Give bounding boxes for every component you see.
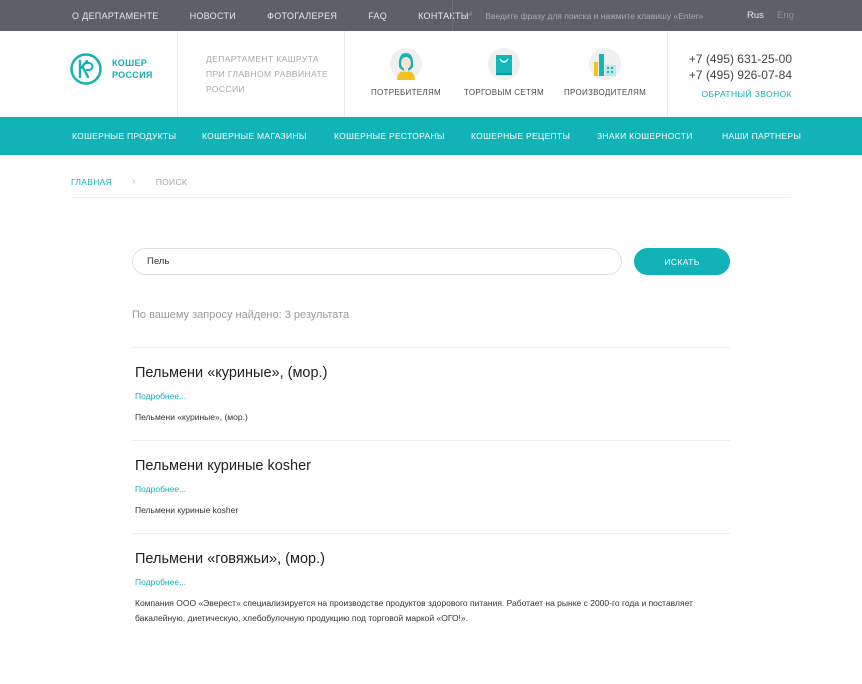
header-divider [667,31,668,117]
result-item: Пельмени куриные kosher Подробнее... Пел… [132,440,730,533]
result-more-link[interactable]: Подробнее... [135,577,727,587]
result-title[interactable]: Пельмени «куриные», (мор.) [135,364,727,382]
shopping-bag-icon [488,48,520,80]
search-results: Пельмени «куриные», (мор.) Подробнее... … [132,347,730,633]
breadcrumb-divider [71,197,791,198]
lang-ru-link[interactable]: Rus [747,0,764,31]
top-nav-about[interactable]: О ДЕПАРТАМЕНТЕ [72,11,159,21]
result-title[interactable]: Пельмени куриные kosher [135,457,727,475]
category-retail-label: ТОРГОВЫМ СЕТЯМ [464,88,544,97]
result-item: Пельмени «куриные», (мор.) Подробнее... … [132,347,730,440]
result-text: Пельмени «куриные», (мор.) [135,412,248,422]
nav-partners[interactable]: НАШИ ПАРТНЕРЫ [722,117,801,155]
enter-arrow-icon: ↵ [465,10,474,21]
category-producers[interactable]: ПРОИЗВОДИТЕЛЯМ [555,47,655,97]
dept-line-2: ПРИ ГЛАВНОМ РАВВИНАТЕ [206,69,329,79]
top-bar: О ДЕПАРТАМЕНТЕ НОВОСТИ ФОТОГАЛЕРЕЯ FAQ К… [0,0,862,31]
top-search: ↵ [452,0,730,31]
phone-2[interactable]: +7 (495) 926-07-84 [689,67,792,83]
search-input[interactable] [132,248,622,275]
factory-icon [589,48,621,80]
top-nav: О ДЕПАРТАМЕНТЕ НОВОСТИ ФОТОГАЛЕРЕЯ FAQ К… [72,0,500,31]
lang-en-link[interactable]: Eng [777,0,794,31]
category-consumers[interactable]: ПОТРЕБИТЕЛЯМ [356,47,456,97]
top-search-input[interactable] [485,10,726,21]
breadcrumb-current: ПОИСК [155,176,188,187]
category-retail[interactable]: ТОРГОВЫМ СЕТЯМ [454,47,554,97]
consumer-icon [390,48,422,80]
logo-line-2: РОССИЯ [112,70,153,80]
result-title[interactable]: Пельмени «говяжьи», (мор.) [135,550,727,568]
site-header: КОШЕР РОССИЯ ДЕПАРТАМЕНТ КАШРУТА ПРИ ГЛА… [0,31,862,117]
result-text: Пельмени куриные kosher [135,505,239,515]
contact-phones: +7 (495) 631-25-00 +7 (495) 926-07-84 ОБ… [689,51,792,99]
category-producers-label: ПРОИЗВОДИТЕЛЯМ [563,88,647,97]
top-nav-gallery[interactable]: ФОТОГАЛЕРЕЯ [267,11,337,21]
main-nav: КОШЕРНЫЕ ПРОДУКТЫ КОШЕРНЫЕ МАГАЗИНЫ КОШЕ… [0,117,862,155]
result-text: Компания ООО «Эверест» специализируется … [135,598,693,623]
department-title: ДЕПАРТАМЕНТ КАШРУТА ПРИ ГЛАВНОМ РАВВИНАТ… [206,52,346,97]
nav-kosher-restaurants[interactable]: КОШЕРНЫЕ РЕСТОРАНЫ [334,117,445,155]
breadcrumb-separator: › [132,176,136,187]
kosher-logo-icon [70,53,102,85]
logo-text: КОШЕР РОССИЯ [112,57,153,81]
header-divider [177,31,178,117]
search-summary: По вашему запросу найдено: 3 результата [132,309,350,321]
nav-kosher-shops[interactable]: КОШЕРНЫЕ МАГАЗИНЫ [202,117,307,155]
result-more-link[interactable]: Подробнее... [135,484,727,494]
nav-kosher-recipes[interactable]: КОШЕРНЫЕ РЕЦЕПТЫ [471,117,570,155]
callback-link[interactable]: ОБРАТНЫЙ ЗВОНОК [689,89,792,99]
search-button[interactable]: ИСКАТЬ [634,248,730,275]
dept-line-1: ДЕПАРТАМЕНТ КАШРУТА [206,54,319,64]
result-item: Пельмени «говяжьи», (мор.) Подробнее... … [132,533,730,633]
nav-kosher-marks[interactable]: ЗНАКИ КОШЕРНОСТИ [597,117,693,155]
header-divider [344,31,345,117]
phone-1[interactable]: +7 (495) 631-25-00 [689,51,792,67]
logo-line-1: КОШЕР [112,58,148,68]
site-logo[interactable]: КОШЕР РОССИЯ [70,53,153,85]
category-consumers-label: ПОТРЕБИТЕЛЯМ [370,88,442,97]
breadcrumb-home[interactable]: ГЛАВНАЯ [71,177,112,187]
breadcrumb: ГЛАВНАЯ › ПОИСК [71,176,187,187]
nav-kosher-products[interactable]: КОШЕРНЫЕ ПРОДУКТЫ [72,117,176,155]
top-nav-news[interactable]: НОВОСТИ [190,11,236,21]
result-more-link[interactable]: Подробнее... [135,391,727,401]
dept-line-3: РОССИИ [206,84,245,94]
top-nav-faq[interactable]: FAQ [368,11,387,21]
